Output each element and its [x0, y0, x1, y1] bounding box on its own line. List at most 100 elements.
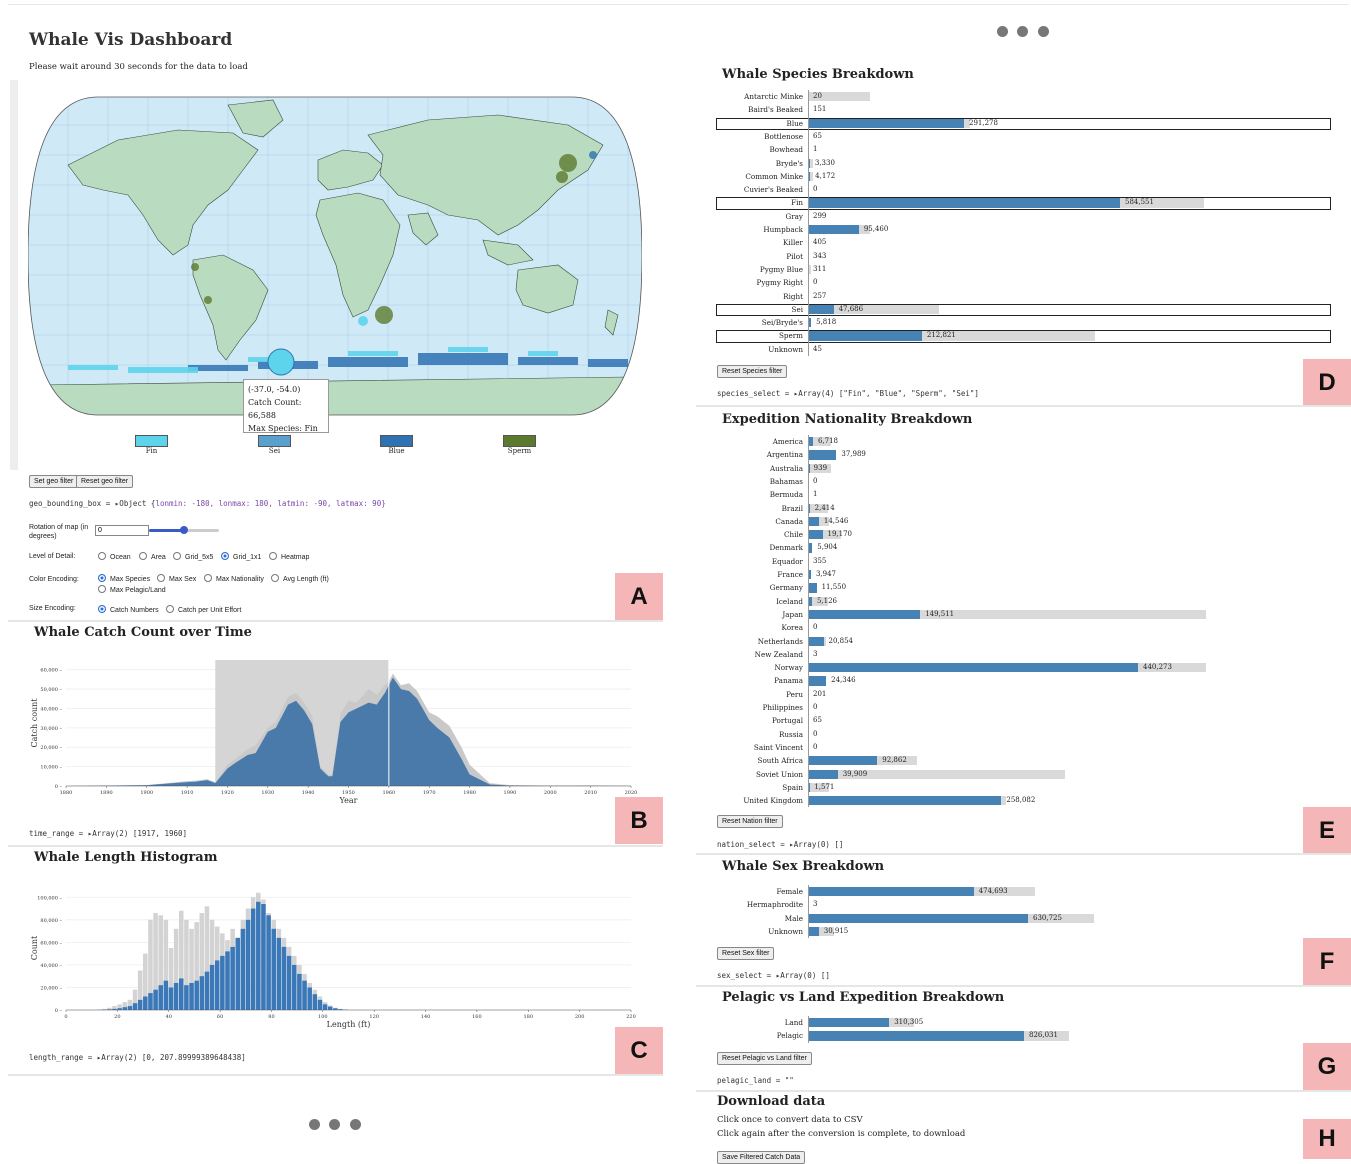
size-option-catch-numbers[interactable]: Catch Numbers: [98, 605, 159, 614]
bar-category-label[interactable]: Australia: [693, 464, 803, 473]
bar-category-label[interactable]: Right: [693, 292, 803, 301]
histogram-bar[interactable]: [210, 965, 215, 1010]
histogram-bar[interactable]: [328, 1007, 333, 1010]
histogram-bar[interactable]: [302, 981, 307, 1010]
color-option-max-pelagic[interactable]: Max Pelagic/Land: [98, 585, 166, 594]
histogram-bar[interactable]: [292, 965, 297, 1010]
histogram-bar[interactable]: [323, 1004, 328, 1010]
bar-category-label[interactable]: Male: [693, 914, 803, 923]
histogram-bar[interactable]: [230, 947, 235, 1010]
bar-category-label[interactable]: Bowhead: [693, 145, 803, 154]
bar-filtered[interactable]: [808, 770, 838, 779]
bar-category-label[interactable]: Sperm: [693, 331, 803, 340]
bar-category-label[interactable]: Panama: [693, 676, 803, 685]
rotation-slider-handle[interactable]: [180, 526, 188, 534]
bar-category-label[interactable]: Equador: [693, 557, 803, 566]
histogram-bar[interactable]: [148, 993, 153, 1010]
reset-species-filter-button[interactable]: Reset Species filter: [717, 365, 787, 378]
reset-nation-filter-button[interactable]: Reset Nation filter: [717, 815, 783, 828]
lod-option-grid1[interactable]: Grid_1x1: [221, 552, 261, 561]
histogram-bar[interactable]: [251, 909, 256, 1010]
world-map[interactable]: [28, 95, 642, 417]
bar-category-label[interactable]: Portugal: [693, 716, 803, 725]
bar-filtered[interactable]: [808, 663, 1138, 672]
bar-filtered[interactable]: [808, 305, 834, 314]
bar-category-label[interactable]: Blue: [693, 119, 803, 128]
histogram-bar[interactable]: [271, 929, 276, 1010]
bar-filtered[interactable]: [808, 198, 1120, 207]
bar-category-label[interactable]: Pilot: [693, 252, 803, 261]
bar-filtered[interactable]: [808, 1031, 1024, 1040]
bar-category-label[interactable]: Fin: [693, 198, 803, 207]
histogram-bar[interactable]: [215, 960, 220, 1010]
bar-category-label[interactable]: Argentina: [693, 450, 803, 459]
bar-filtered[interactable]: [808, 887, 974, 896]
bar-category-label[interactable]: Spain: [693, 783, 803, 792]
bar-category-label[interactable]: Russia: [693, 730, 803, 739]
reset-geo-filter-button[interactable]: Reset geo filter: [76, 475, 133, 488]
bar-category-label[interactable]: Soviet Union: [693, 770, 803, 779]
reset-sex-filter-button[interactable]: Reset Sex filter: [717, 947, 774, 960]
histogram-bar[interactable]: [174, 983, 179, 1010]
bar-filtered[interactable]: [808, 225, 859, 234]
bar-category-label[interactable]: Common Minke: [693, 172, 803, 181]
bar-category-label[interactable]: Sei/Bryde's: [693, 318, 803, 327]
bar-category-label[interactable]: Iceland: [693, 597, 803, 606]
histogram-bar[interactable]: [236, 938, 241, 1010]
histogram-bar[interactable]: [277, 938, 282, 1010]
bar-category-label[interactable]: Pelagic: [693, 1031, 803, 1040]
save-filtered-data-button[interactable]: Save Filtered Catch Data: [717, 1151, 805, 1164]
histogram-bar[interactable]: [246, 920, 251, 1010]
lod-option-area[interactable]: Area: [139, 552, 166, 561]
bar-category-label[interactable]: Bermuda: [693, 490, 803, 499]
histogram-bar[interactable]: [205, 972, 210, 1010]
histogram-bar[interactable]: [189, 983, 194, 1010]
histogram-bar[interactable]: [282, 947, 287, 1010]
bar-category-label[interactable]: Pygmy Blue: [693, 265, 803, 274]
bar-category-label[interactable]: Baird's Beaked: [693, 105, 803, 114]
histogram-bar[interactable]: [128, 1006, 133, 1010]
color-option-max-nationality[interactable]: Max Nationality: [204, 574, 264, 583]
color-option-max-sex[interactable]: Max Sex: [157, 574, 196, 583]
bar-category-label[interactable]: Pygmy Right: [693, 278, 803, 287]
bar-category-label[interactable]: Killer: [693, 238, 803, 247]
rotation-slider[interactable]: [149, 529, 219, 532]
histogram-bar[interactable]: [133, 1003, 138, 1010]
histogram-bar[interactable]: [123, 1007, 128, 1010]
lod-option-grid5[interactable]: Grid_5x5: [173, 552, 213, 561]
bar-category-label[interactable]: Korea: [693, 623, 803, 632]
bar-category-label[interactable]: Netherlands: [693, 637, 803, 646]
histogram-bar[interactable]: [220, 956, 225, 1010]
bar-category-label[interactable]: Peru: [693, 690, 803, 699]
bar-filtered[interactable]: [808, 756, 877, 765]
bar-filtered[interactable]: [808, 331, 922, 340]
histogram-bar[interactable]: [164, 981, 169, 1010]
histogram-bar[interactable]: [153, 990, 158, 1010]
bar-category-label[interactable]: Japan: [693, 610, 803, 619]
histogram-bar[interactable]: [307, 987, 312, 1010]
histogram-bar[interactable]: [297, 974, 302, 1010]
bar-category-label[interactable]: America: [693, 437, 803, 446]
bar-filtered[interactable]: [808, 796, 1001, 805]
reset-pelagic-filter-button[interactable]: Reset Pelagic vs Land filter: [717, 1052, 812, 1065]
bar-category-label[interactable]: Sei: [693, 305, 803, 314]
histogram-bar[interactable]: [200, 976, 205, 1010]
size-option-cpue[interactable]: Catch per Unit Effort: [166, 605, 241, 614]
histogram-bar[interactable]: [313, 994, 318, 1010]
bar-filtered[interactable]: [808, 637, 824, 646]
histogram-bar[interactable]: [256, 902, 261, 1010]
bar-category-label[interactable]: Chile: [693, 530, 803, 539]
lod-option-heatmap[interactable]: Heatmap: [269, 552, 309, 561]
bar-filtered[interactable]: [808, 119, 964, 128]
color-option-avg-length[interactable]: Avg Length (ft): [271, 574, 329, 583]
bar-category-label[interactable]: Bahamas: [693, 477, 803, 486]
bar-category-label[interactable]: Hermaphrodite: [693, 900, 803, 909]
bar-filtered[interactable]: [808, 450, 836, 459]
lod-option-ocean[interactable]: Ocean: [98, 552, 131, 561]
bar-filtered[interactable]: [808, 583, 817, 592]
bar-category-label[interactable]: Unknown: [693, 927, 803, 936]
bar-category-label[interactable]: Antarctic Minke: [693, 92, 803, 101]
rotation-input[interactable]: [95, 525, 149, 536]
color-option-max-species[interactable]: Max Species: [98, 574, 150, 583]
histogram-bar[interactable]: [184, 985, 189, 1010]
